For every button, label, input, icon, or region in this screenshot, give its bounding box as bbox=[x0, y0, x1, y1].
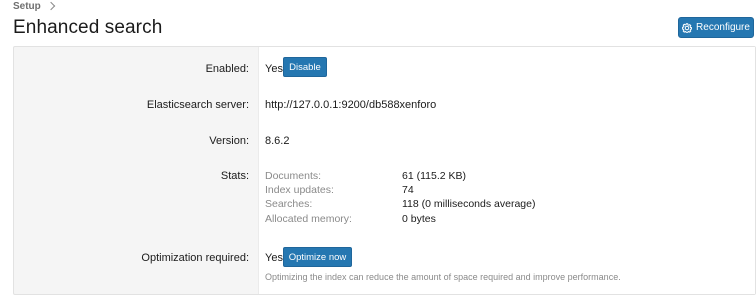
chevron-right-icon bbox=[46, 1, 56, 11]
optimization-label: Optimization required: bbox=[141, 252, 249, 264]
stat-value-index-updates: 74 bbox=[402, 184, 414, 196]
stat-key-documents: Documents: bbox=[265, 170, 322, 182]
disable-button[interactable]: Disable bbox=[283, 57, 327, 77]
stats-label: Stats: bbox=[220, 170, 249, 182]
breadcrumb: Setup bbox=[13, 0, 56, 12]
breadcrumb-item-setup[interactable]: Setup bbox=[13, 1, 41, 12]
version-value: 8.6.2 bbox=[265, 135, 290, 147]
version-label: Version: bbox=[209, 135, 249, 147]
optimization-hint: Optimizing the index can reduce the amou… bbox=[265, 272, 621, 282]
settings-panel: Enabled: Yes Disable Elasticsearch serve… bbox=[13, 46, 756, 295]
stat-value-documents: 61 (115.2 KB) bbox=[402, 170, 467, 182]
enabled-value: Yes bbox=[265, 63, 283, 75]
stat-key-allocated-memory: Allocated memory: bbox=[265, 213, 352, 225]
enabled-label: Enabled: bbox=[205, 63, 249, 75]
stat-key-searches: Searches: bbox=[265, 198, 313, 210]
stat-value-searches: 118 (0 milliseconds average) bbox=[402, 198, 536, 210]
reconfigure-label: Reconfigure bbox=[696, 22, 750, 33]
gear-icon bbox=[682, 22, 693, 33]
page: Setup Enhanced search Reconfigure Enable… bbox=[0, 0, 756, 300]
server-label: Elasticsearch server: bbox=[146, 99, 249, 111]
stat-key-index-updates: Index updates: bbox=[265, 184, 334, 196]
optimization-value: Yes bbox=[265, 252, 283, 264]
stat-value-allocated-memory: 0 bytes bbox=[402, 213, 436, 225]
page-title: Enhanced search bbox=[13, 17, 163, 38]
optimize-now-button[interactable]: Optimize now bbox=[283, 247, 352, 267]
server-value: http://127.0.0.1:9200/db588xenforo bbox=[265, 99, 437, 111]
reconfigure-button[interactable]: Reconfigure bbox=[678, 17, 754, 38]
